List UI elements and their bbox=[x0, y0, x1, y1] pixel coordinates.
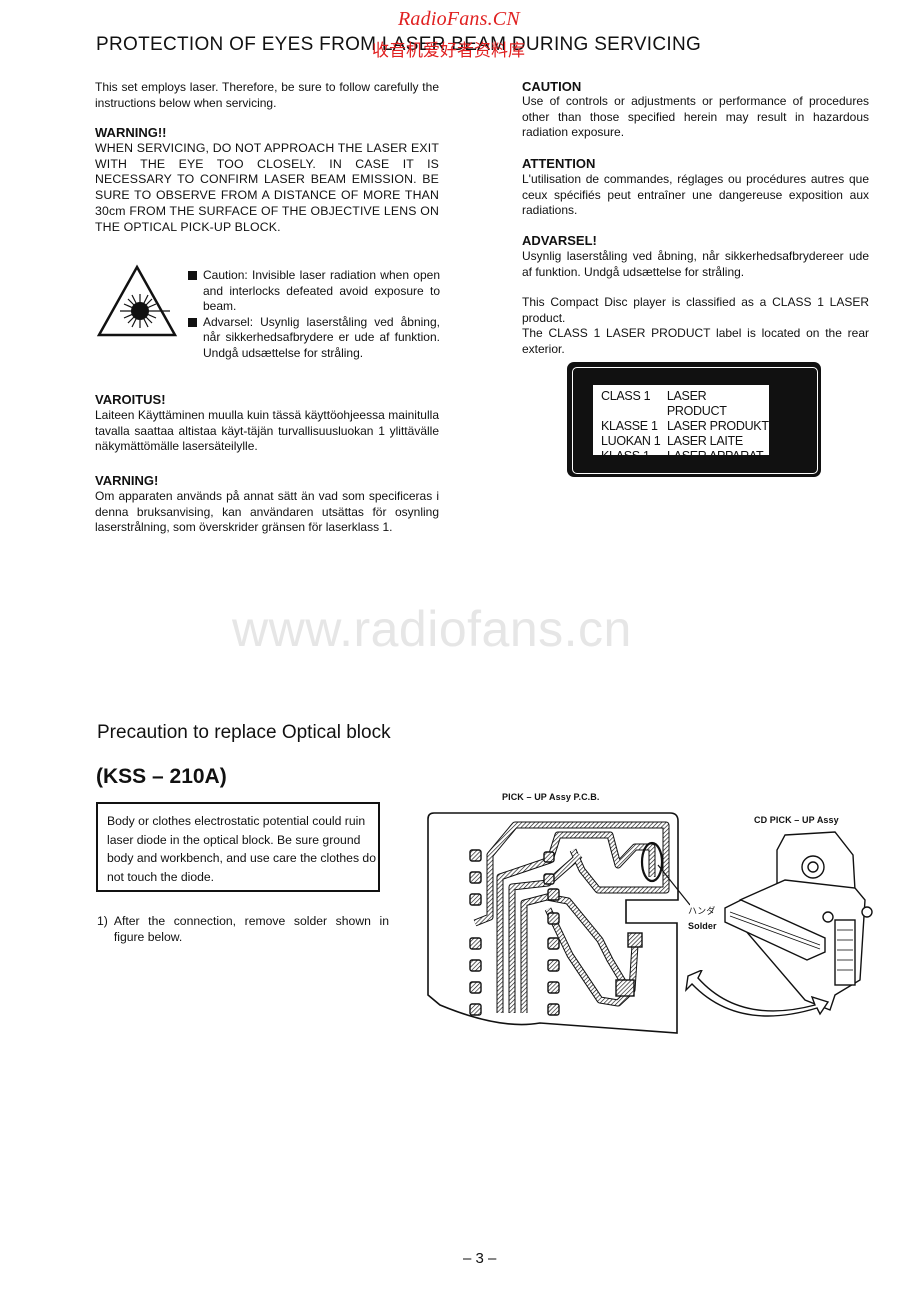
advarsel-body: Usynlig laserståling ved åbning, når sik… bbox=[522, 249, 869, 279]
esd-notice-text: Body or clothes electrostatic potential … bbox=[107, 814, 376, 885]
laser-warning-icon bbox=[96, 264, 178, 338]
varning-body: Om apparaten används på annat sätt än va… bbox=[95, 489, 439, 535]
attention-heading: ATTENTION bbox=[522, 156, 596, 171]
esd-notice-box: Body or clothes electrostatic potential … bbox=[96, 802, 380, 892]
advarsel-heading: ADVARSEL! bbox=[522, 233, 597, 248]
bullet-item: Advarsel: Usynlig laserståling ved åbnin… bbox=[188, 315, 440, 362]
page-number: – 3 – bbox=[463, 1250, 497, 1267]
bullet-square-icon bbox=[188, 317, 197, 327]
website-watermark: www.radiofans.cn bbox=[232, 601, 632, 657]
step-text: After the connection, remove solder show… bbox=[113, 914, 389, 944]
label-class: LUOKAN 1 bbox=[601, 434, 661, 448]
label-row: KLASS 1 LASER APPARAT bbox=[601, 449, 769, 464]
label-product: LASER APPARAT bbox=[667, 449, 764, 463]
class-note-2: The CLASS 1 LASER PRODUCT label is locat… bbox=[522, 326, 869, 356]
class-note-1: This Compact Disc player is classified a… bbox=[522, 295, 869, 325]
page-title: PROTECTION OF EYES FROM LASER BEAM DURIN… bbox=[96, 34, 701, 60]
warning-body: WHEN SERVICING, DO NOT APPROACH THE LASE… bbox=[95, 141, 439, 234]
bullet-text: Advarsel: Usynlig laserståling ved åbnin… bbox=[203, 314, 440, 360]
label-class: KLASS 1 bbox=[601, 449, 650, 463]
label-product: LASER PRODUKT bbox=[667, 419, 769, 433]
pcb-label: PICK – UP Assy P.C.B. bbox=[502, 792, 600, 802]
intro-text: This set employs laser. Therefore, be su… bbox=[95, 80, 439, 110]
varoitus-heading: VAROITUS! bbox=[95, 392, 166, 407]
step-number: 1) bbox=[97, 914, 108, 928]
caution-bullets: Caution: Invisible laser radiation when … bbox=[188, 268, 440, 362]
bullet-square-icon bbox=[188, 271, 197, 280]
caution-heading: CAUTION bbox=[522, 79, 582, 94]
radiofans-watermark: RadioFans.CN bbox=[398, 8, 520, 30]
varning-heading: VARNING! bbox=[95, 473, 159, 488]
pcb-traces bbox=[473, 821, 670, 1013]
label-row: LUOKAN 1 LASER LAITE bbox=[601, 434, 769, 449]
label-class: CLASS 1 bbox=[601, 389, 651, 403]
curved-arrow-icon bbox=[680, 968, 860, 1040]
label-row: CLASS 1 LASER PRODUCT bbox=[601, 389, 769, 419]
label-class: KLASSE 1 bbox=[601, 419, 658, 433]
label-row: KLASSE 1 LASER PRODUKT bbox=[601, 419, 769, 434]
warning-heading: WARNING!! bbox=[95, 125, 167, 140]
caution-body: Use of controls or adjustments or perfor… bbox=[522, 94, 869, 140]
step-1: 1) After the connection, remove solder s… bbox=[97, 913, 389, 945]
label-product: LASER LAITE bbox=[667, 434, 743, 448]
bullet-item: Caution: Invisible laser radiation when … bbox=[188, 268, 440, 315]
bullet-text: Caution: Invisible laser radiation when … bbox=[203, 268, 440, 314]
chinese-watermark-overlay: 收音机爱好者资料库 bbox=[372, 41, 525, 60]
varoitus-body: Laiteen Käyttäminen muulla kuin tässä kä… bbox=[95, 408, 439, 454]
section-title: Precaution to replace Optical block bbox=[97, 722, 391, 743]
model-number: (KSS – 210A) bbox=[96, 765, 227, 788]
attention-body: L'utilisation de commandes, réglages ou … bbox=[522, 172, 869, 218]
label-product: LASER PRODUCT bbox=[666, 389, 727, 418]
class1-label: CLASS 1 LASER PRODUCT KLASSE 1 LASER PRO… bbox=[593, 385, 769, 463]
pcb-diagram bbox=[420, 805, 691, 1035]
